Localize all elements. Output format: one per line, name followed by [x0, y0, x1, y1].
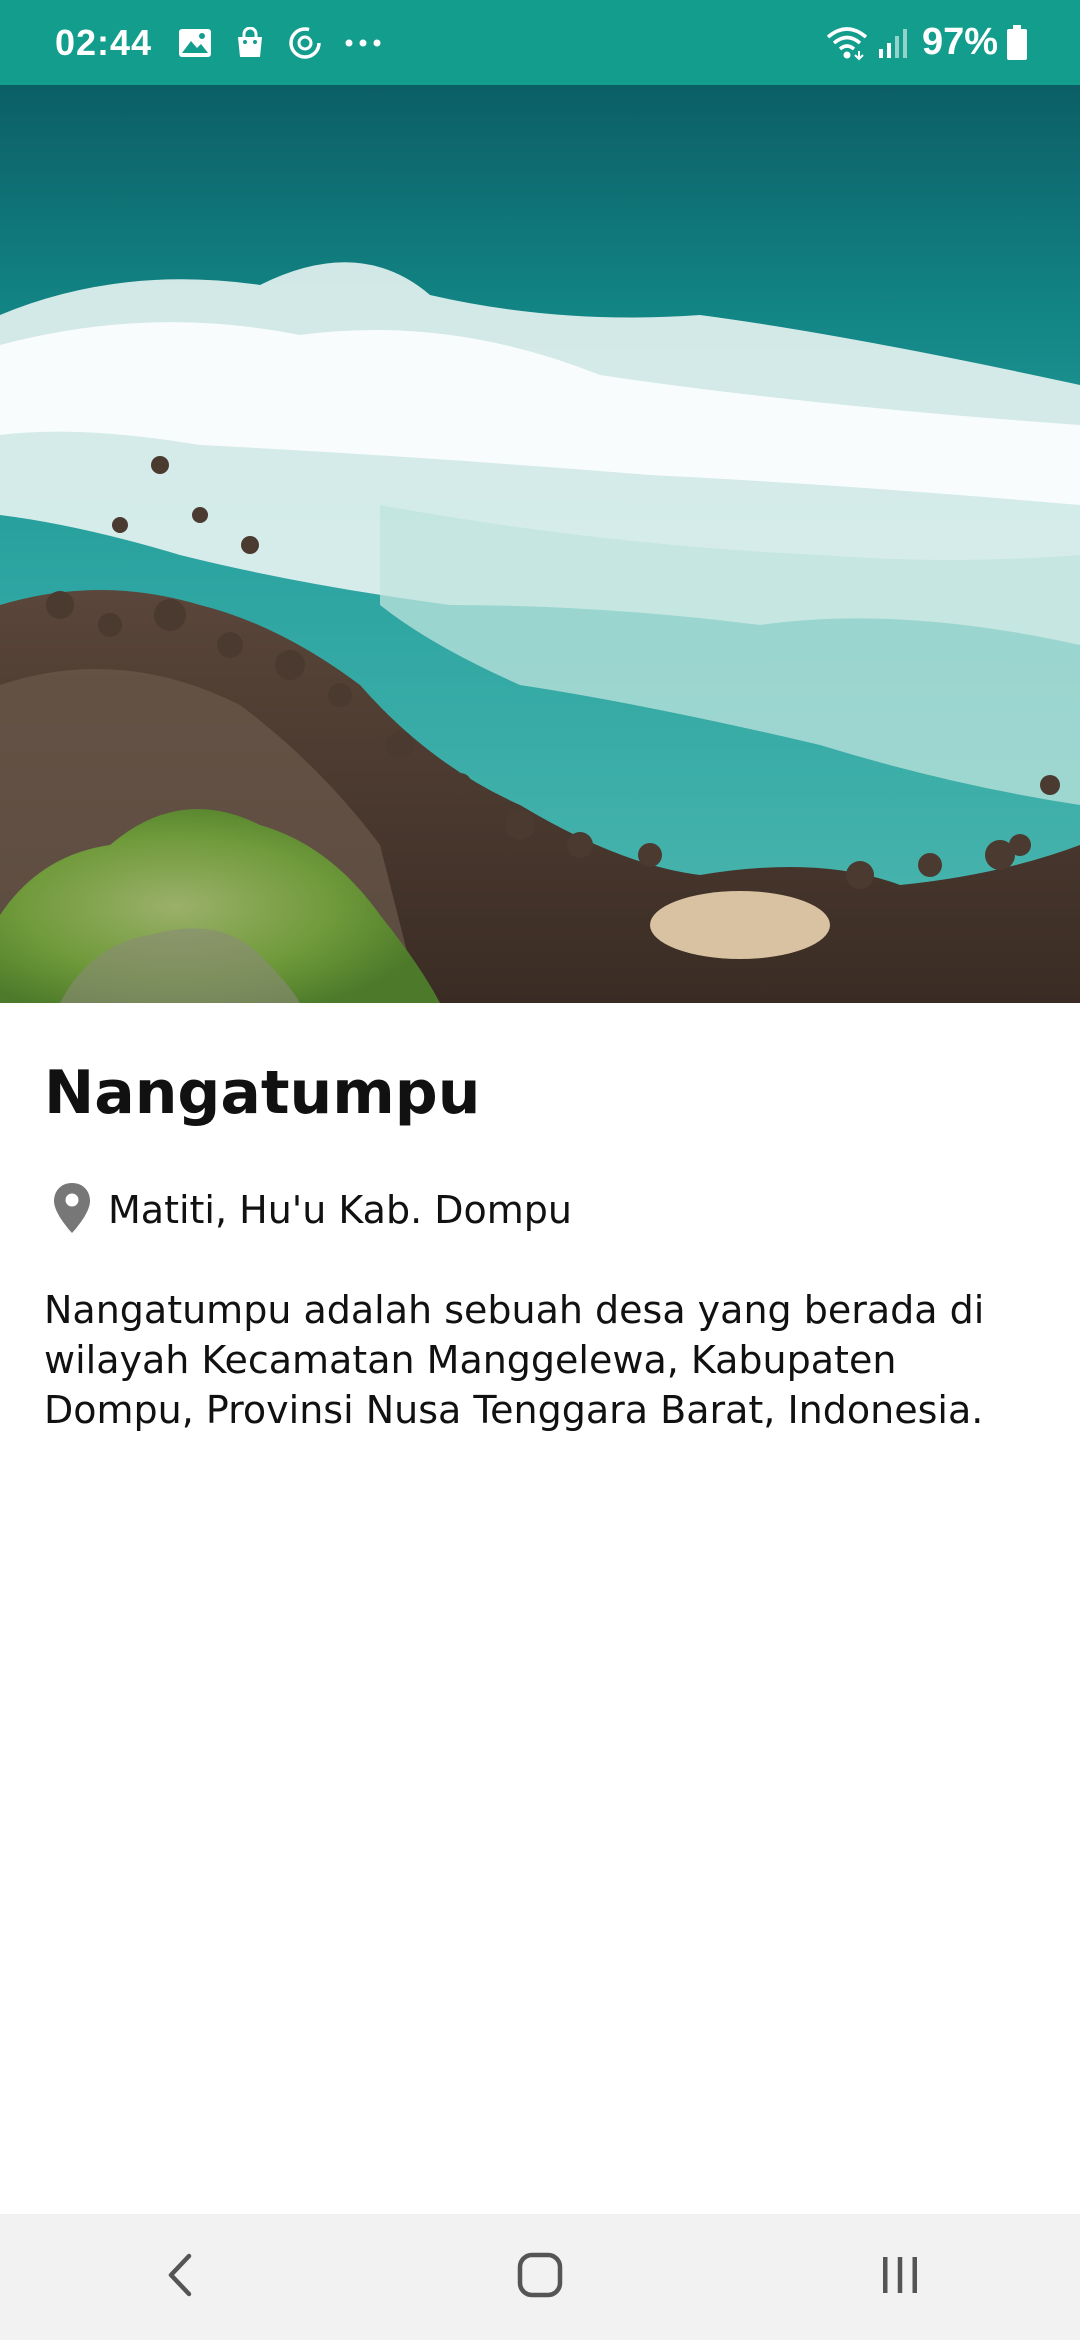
- home-button[interactable]: [480, 2227, 600, 2327]
- wifi-icon: [826, 25, 868, 61]
- status-bar: 02:44 97%: [0, 0, 1080, 85]
- shopping-bag-icon: [234, 26, 266, 59]
- image-icon: [178, 28, 212, 58]
- sync-icon: [288, 26, 322, 60]
- battery-icon: [1006, 24, 1028, 61]
- back-icon: [165, 2252, 195, 2302]
- status-bar-right: 97%: [826, 21, 1028, 64]
- navigation-bar: [0, 2214, 1080, 2340]
- signal-icon: [878, 27, 908, 59]
- recents-icon: [880, 2255, 920, 2299]
- location-pin-icon: [52, 1181, 92, 1239]
- more-dots-icon: [344, 38, 382, 48]
- aerial-coastline-image: [0, 85, 1080, 1003]
- home-icon: [517, 2252, 563, 2302]
- location-text: Matiti, Hu'u Kab. Dompu: [108, 1188, 572, 1232]
- place-description: Nangatumpu adalah sebuah desa yang berad…: [44, 1288, 985, 1432]
- status-bar-left: 02:44: [55, 22, 404, 64]
- status-time: 02:44: [55, 21, 153, 63]
- back-button[interactable]: [120, 2227, 240, 2327]
- battery-level: 97%: [921, 21, 998, 63]
- location-row: Matiti, Hu'u Kab. Dompu: [52, 1181, 572, 1239]
- recents-button[interactable]: [840, 2227, 960, 2327]
- place-title: Nangatumpu: [44, 1058, 481, 1128]
